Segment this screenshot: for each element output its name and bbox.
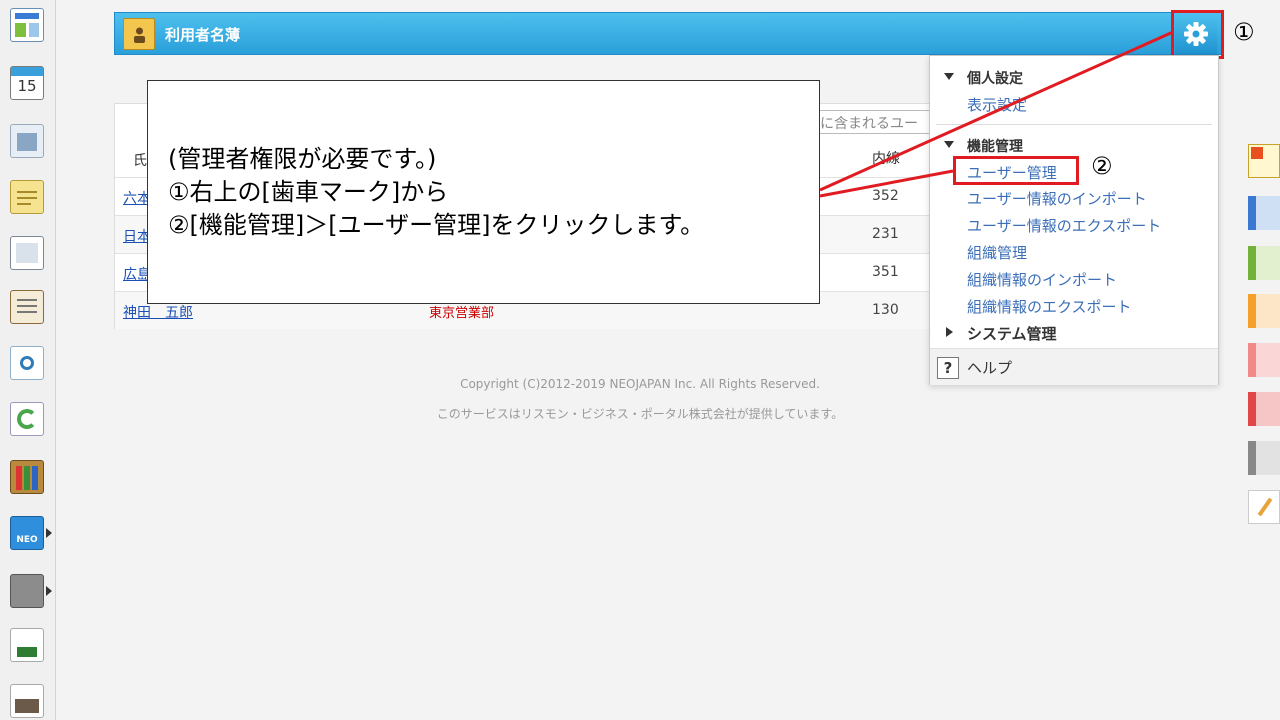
folder-expand-icon[interactable] bbox=[46, 586, 52, 596]
instruction-note: (管理者権限が必要です。) ①右上の[歯車マーク]から ②[機能管理]＞[ユーザ… bbox=[147, 80, 820, 304]
note-line-2: ①右上の[歯車マーク]から bbox=[168, 178, 449, 206]
pencil-icon[interactable] bbox=[1248, 490, 1280, 524]
org-export-link[interactable]: 組織情報のエクスポート bbox=[967, 296, 1132, 317]
menu-divider bbox=[936, 124, 1212, 125]
help-row[interactable]: ? ヘルプ bbox=[930, 348, 1218, 385]
extension-value: 351 bbox=[872, 264, 899, 280]
org-management-link[interactable]: 組織管理 bbox=[967, 242, 1027, 263]
expand-triangle-icon bbox=[946, 327, 953, 337]
notification-icon[interactable] bbox=[1248, 144, 1280, 178]
department-value: 東京営業部 bbox=[429, 306, 495, 321]
settings-dropdown-menu: 個人設定 表示設定 機能管理 ユーザー管理 ユーザー情報のインポート ユーザー情… bbox=[929, 55, 1219, 385]
bulletin-icon[interactable] bbox=[10, 236, 44, 270]
calendar-day: 15 bbox=[17, 77, 37, 95]
page: 15 NEO 利用者名薄 ① に含まれるユー 氏 内線 六本 352 日本 23… bbox=[0, 0, 1280, 720]
banner-icon[interactable] bbox=[10, 684, 44, 718]
neo-icon[interactable]: NEO bbox=[10, 516, 44, 550]
extension-value: 231 bbox=[872, 226, 899, 242]
org-import-link[interactable]: 組織情報のインポート bbox=[967, 269, 1117, 290]
report-icon[interactable] bbox=[10, 290, 44, 324]
pink-tab-icon[interactable] bbox=[1248, 343, 1280, 377]
address-book-icon bbox=[123, 18, 155, 50]
orange-tab-icon[interactable] bbox=[1248, 294, 1280, 328]
search-icon[interactable] bbox=[10, 346, 44, 380]
neo-expand-icon[interactable] bbox=[46, 528, 52, 538]
folder-icon[interactable] bbox=[10, 574, 44, 608]
green-tab-icon[interactable] bbox=[1248, 246, 1280, 280]
app-sidebar: 15 NEO bbox=[0, 0, 56, 720]
collapse-triangle-icon bbox=[944, 141, 954, 148]
step-marker-2: ② bbox=[1091, 152, 1113, 180]
collapse-triangle-icon bbox=[944, 73, 954, 80]
help-icon: ? bbox=[937, 357, 959, 379]
neo-label: NEO bbox=[16, 535, 38, 545]
portal-icon[interactable] bbox=[10, 8, 44, 42]
gear-highlight-box bbox=[1171, 10, 1224, 59]
memo-icon[interactable] bbox=[10, 180, 44, 214]
provider-text: このサービスはリスモン・ビジネス・ポータル株式会社が提供しています。 bbox=[436, 407, 844, 421]
person-icon bbox=[134, 27, 145, 43]
note-line-1: (管理者権限が必要です。) bbox=[168, 145, 437, 173]
user-name-link[interactable]: 神田 五郎 bbox=[123, 302, 193, 322]
display-settings-link[interactable]: 表示設定 bbox=[967, 94, 1027, 115]
help-link[interactable]: ヘルプ bbox=[967, 357, 1012, 378]
note-line-3: ②[機能管理]＞[ユーザー管理]をクリックします。 bbox=[168, 211, 705, 239]
extension-value: 130 bbox=[872, 302, 899, 318]
extension-value: 352 bbox=[872, 188, 899, 204]
tanomail-icon[interactable] bbox=[10, 628, 44, 662]
user-export-link[interactable]: ユーザー情報のエクスポート bbox=[967, 215, 1161, 236]
function-management-section[interactable]: 機能管理 bbox=[967, 136, 1023, 156]
red-tab-icon[interactable] bbox=[1248, 392, 1280, 426]
page-header: 利用者名薄 bbox=[114, 12, 1222, 55]
blue-tab-icon[interactable] bbox=[1248, 196, 1280, 230]
name-column-header[interactable]: 氏 bbox=[133, 150, 147, 170]
facility-icon[interactable] bbox=[10, 124, 44, 158]
personal-settings-section[interactable]: 個人設定 bbox=[967, 68, 1023, 88]
extension-column-header[interactable]: 内線 bbox=[872, 148, 900, 168]
user-import-link[interactable]: ユーザー情報のインポート bbox=[967, 188, 1147, 209]
user-management-highlight-box bbox=[953, 156, 1079, 185]
system-management-section[interactable]: システム管理 bbox=[967, 323, 1057, 344]
search-input[interactable]: に含まれるユー bbox=[815, 110, 935, 134]
calendar-icon[interactable]: 15 bbox=[10, 66, 44, 100]
gray-tab-icon[interactable] bbox=[1248, 441, 1280, 475]
page-title: 利用者名薄 bbox=[165, 26, 241, 44]
cabinet-icon[interactable] bbox=[10, 460, 44, 494]
step-marker-1: ① bbox=[1233, 18, 1255, 46]
